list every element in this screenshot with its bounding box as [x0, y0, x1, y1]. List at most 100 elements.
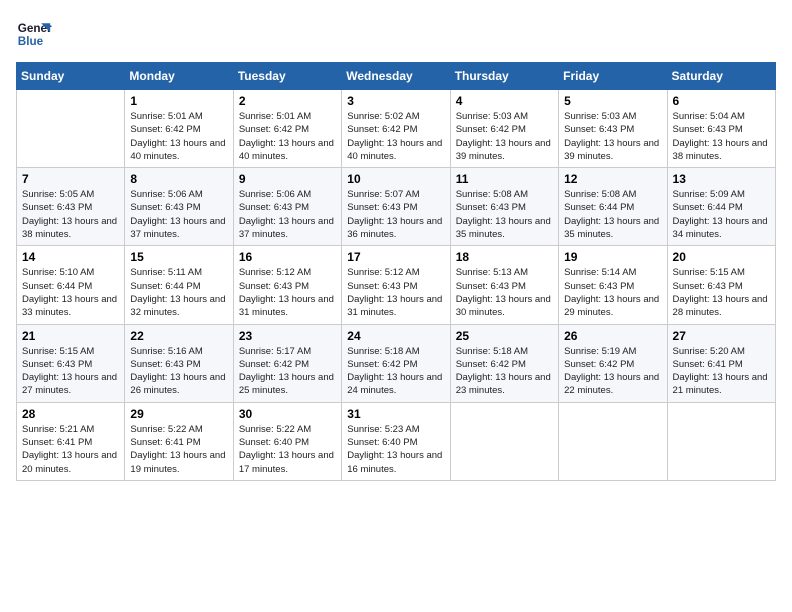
- cell-content: Sunrise: 5:08 AMSunset: 6:44 PMDaylight:…: [564, 188, 661, 241]
- weekday-header-cell: Monday: [125, 63, 233, 90]
- day-number: 14: [22, 250, 119, 264]
- cell-content: Sunrise: 5:02 AMSunset: 6:42 PMDaylight:…: [347, 110, 444, 163]
- cell-content: Sunrise: 5:01 AMSunset: 6:42 PMDaylight:…: [239, 110, 336, 163]
- cell-content: Sunrise: 5:11 AMSunset: 6:44 PMDaylight:…: [130, 266, 227, 319]
- cell-content: Sunrise: 5:15 AMSunset: 6:43 PMDaylight:…: [673, 266, 770, 319]
- day-number: 13: [673, 172, 770, 186]
- calendar-cell: 28 Sunrise: 5:21 AMSunset: 6:41 PMDayligh…: [17, 402, 125, 480]
- day-number: 2: [239, 94, 336, 108]
- cell-content: Sunrise: 5:05 AMSunset: 6:43 PMDaylight:…: [22, 188, 119, 241]
- cell-content: Sunrise: 5:14 AMSunset: 6:43 PMDaylight:…: [564, 266, 661, 319]
- calendar-week-row: 14Sunrise: 5:10 AMSunset: 6:44 PMDayligh…: [17, 246, 776, 324]
- logo-icon: General Blue: [16, 16, 52, 52]
- calendar-cell: [17, 90, 125, 168]
- day-number: 19: [564, 250, 661, 264]
- logo: General Blue: [16, 16, 52, 52]
- cell-content: Sunrise: 5:06 AMSunset: 6:43 PMDaylight:…: [239, 188, 336, 241]
- weekday-header-cell: Saturday: [667, 63, 775, 90]
- page-header: General Blue: [16, 16, 776, 52]
- day-number: 20: [673, 250, 770, 264]
- calendar-cell: 4 Sunrise: 5:03 AMSunset: 6:42 PMDaylight…: [450, 90, 558, 168]
- day-number: 30: [239, 407, 336, 421]
- calendar-cell: 5 Sunrise: 5:03 AMSunset: 6:43 PMDaylight…: [559, 90, 667, 168]
- calendar-cell: 29 Sunrise: 5:22 AMSunset: 6:41 PMDayligh…: [125, 402, 233, 480]
- day-number: 5: [564, 94, 661, 108]
- calendar-cell: 27Sunrise: 5:20 AMSunset: 6:41 PMDayligh…: [667, 324, 775, 402]
- calendar-cell: 30 Sunrise: 5:22 AMSunset: 6:40 PMDayligh…: [233, 402, 341, 480]
- day-number: 31: [347, 407, 444, 421]
- calendar-cell: 22Sunrise: 5:16 AMSunset: 6:43 PMDayligh…: [125, 324, 233, 402]
- calendar-cell: 15 Sunrise: 5:11 AMSunset: 6:44 PMDayligh…: [125, 246, 233, 324]
- calendar-cell: 11 Sunrise: 5:08 AMSunset: 6:43 PMDayligh…: [450, 168, 558, 246]
- cell-content: Sunrise: 5:03 AMSunset: 6:43 PMDaylight:…: [564, 110, 661, 163]
- calendar-week-row: 21Sunrise: 5:15 AMSunset: 6:43 PMDayligh…: [17, 324, 776, 402]
- cell-content: Sunrise: 5:22 AMSunset: 6:40 PMDaylight:…: [239, 423, 336, 476]
- calendar-cell: 26 Sunrise: 5:19 AMSunset: 6:42 PMDayligh…: [559, 324, 667, 402]
- cell-content: Sunrise: 5:17 AMSunset: 6:42 PMDaylight:…: [239, 345, 336, 398]
- calendar-cell: 3 Sunrise: 5:02 AMSunset: 6:42 PMDaylight…: [342, 90, 450, 168]
- weekday-header-row: SundayMondayTuesdayWednesdayThursdayFrid…: [17, 63, 776, 90]
- cell-content: Sunrise: 5:07 AMSunset: 6:43 PMDaylight:…: [347, 188, 444, 241]
- cell-content: Sunrise: 5:06 AMSunset: 6:43 PMDaylight:…: [130, 188, 227, 241]
- day-number: 18: [456, 250, 553, 264]
- calendar-cell: 14Sunrise: 5:10 AMSunset: 6:44 PMDayligh…: [17, 246, 125, 324]
- calendar-cell: 25Sunrise: 5:18 AMSunset: 6:42 PMDayligh…: [450, 324, 558, 402]
- calendar-cell: 23 Sunrise: 5:17 AMSunset: 6:42 PMDayligh…: [233, 324, 341, 402]
- day-number: 25: [456, 329, 553, 343]
- day-number: 26: [564, 329, 661, 343]
- calendar-week-row: 28 Sunrise: 5:21 AMSunset: 6:41 PMDayligh…: [17, 402, 776, 480]
- day-number: 6: [673, 94, 770, 108]
- day-number: 15: [130, 250, 227, 264]
- cell-content: Sunrise: 5:21 AMSunset: 6:41 PMDaylight:…: [22, 423, 119, 476]
- cell-content: Sunrise: 5:22 AMSunset: 6:41 PMDaylight:…: [130, 423, 227, 476]
- calendar-body: 1 Sunrise: 5:01 AMSunset: 6:42 PMDaylight…: [17, 90, 776, 481]
- cell-content: Sunrise: 5:03 AMSunset: 6:42 PMDaylight:…: [456, 110, 553, 163]
- cell-content: Sunrise: 5:12 AMSunset: 6:43 PMDaylight:…: [239, 266, 336, 319]
- svg-text:Blue: Blue: [18, 35, 44, 48]
- day-number: 16: [239, 250, 336, 264]
- cell-content: Sunrise: 5:18 AMSunset: 6:42 PMDaylight:…: [347, 345, 444, 398]
- day-number: 12: [564, 172, 661, 186]
- day-number: 4: [456, 94, 553, 108]
- day-number: 7: [22, 172, 119, 186]
- calendar-cell: 9Sunrise: 5:06 AMSunset: 6:43 PMDaylight…: [233, 168, 341, 246]
- cell-content: Sunrise: 5:01 AMSunset: 6:42 PMDaylight:…: [130, 110, 227, 163]
- day-number: 23: [239, 329, 336, 343]
- calendar-cell: 12 Sunrise: 5:08 AMSunset: 6:44 PMDayligh…: [559, 168, 667, 246]
- day-number: 11: [456, 172, 553, 186]
- cell-content: Sunrise: 5:23 AMSunset: 6:40 PMDaylight:…: [347, 423, 444, 476]
- cell-content: Sunrise: 5:04 AMSunset: 6:43 PMDaylight:…: [673, 110, 770, 163]
- day-number: 29: [130, 407, 227, 421]
- calendar-cell: 13 Sunrise: 5:09 AMSunset: 6:44 PMDayligh…: [667, 168, 775, 246]
- day-number: 17: [347, 250, 444, 264]
- calendar-cell: 7 Sunrise: 5:05 AMSunset: 6:43 PMDaylight…: [17, 168, 125, 246]
- day-number: 3: [347, 94, 444, 108]
- calendar-cell: 10 Sunrise: 5:07 AMSunset: 6:43 PMDayligh…: [342, 168, 450, 246]
- calendar-cell: 2 Sunrise: 5:01 AMSunset: 6:42 PMDaylight…: [233, 90, 341, 168]
- day-number: 24: [347, 329, 444, 343]
- calendar-cell: 6 Sunrise: 5:04 AMSunset: 6:43 PMDaylight…: [667, 90, 775, 168]
- day-number: 1: [130, 94, 227, 108]
- calendar-cell: 1 Sunrise: 5:01 AMSunset: 6:42 PMDaylight…: [125, 90, 233, 168]
- day-number: 10: [347, 172, 444, 186]
- calendar-week-row: 1 Sunrise: 5:01 AMSunset: 6:42 PMDaylight…: [17, 90, 776, 168]
- calendar-table: SundayMondayTuesdayWednesdayThursdayFrid…: [16, 62, 776, 481]
- calendar-cell: 21Sunrise: 5:15 AMSunset: 6:43 PMDayligh…: [17, 324, 125, 402]
- calendar-cell: 18Sunrise: 5:13 AMSunset: 6:43 PMDayligh…: [450, 246, 558, 324]
- calendar-cell: 31 Sunrise: 5:23 AMSunset: 6:40 PMDayligh…: [342, 402, 450, 480]
- cell-content: Sunrise: 5:16 AMSunset: 6:43 PMDaylight:…: [130, 345, 227, 398]
- day-number: 8: [130, 172, 227, 186]
- cell-content: Sunrise: 5:09 AMSunset: 6:44 PMDaylight:…: [673, 188, 770, 241]
- calendar-cell: [559, 402, 667, 480]
- calendar-cell: 24 Sunrise: 5:18 AMSunset: 6:42 PMDayligh…: [342, 324, 450, 402]
- cell-content: Sunrise: 5:19 AMSunset: 6:42 PMDaylight:…: [564, 345, 661, 398]
- cell-content: Sunrise: 5:15 AMSunset: 6:43 PMDaylight:…: [22, 345, 119, 398]
- day-number: 27: [673, 329, 770, 343]
- calendar-cell: 20 Sunrise: 5:15 AMSunset: 6:43 PMDayligh…: [667, 246, 775, 324]
- weekday-header-cell: Tuesday: [233, 63, 341, 90]
- cell-content: Sunrise: 5:08 AMSunset: 6:43 PMDaylight:…: [456, 188, 553, 241]
- calendar-cell: 16 Sunrise: 5:12 AMSunset: 6:43 PMDayligh…: [233, 246, 341, 324]
- day-number: 28: [22, 407, 119, 421]
- weekday-header-cell: Thursday: [450, 63, 558, 90]
- calendar-cell: 19 Sunrise: 5:14 AMSunset: 6:43 PMDayligh…: [559, 246, 667, 324]
